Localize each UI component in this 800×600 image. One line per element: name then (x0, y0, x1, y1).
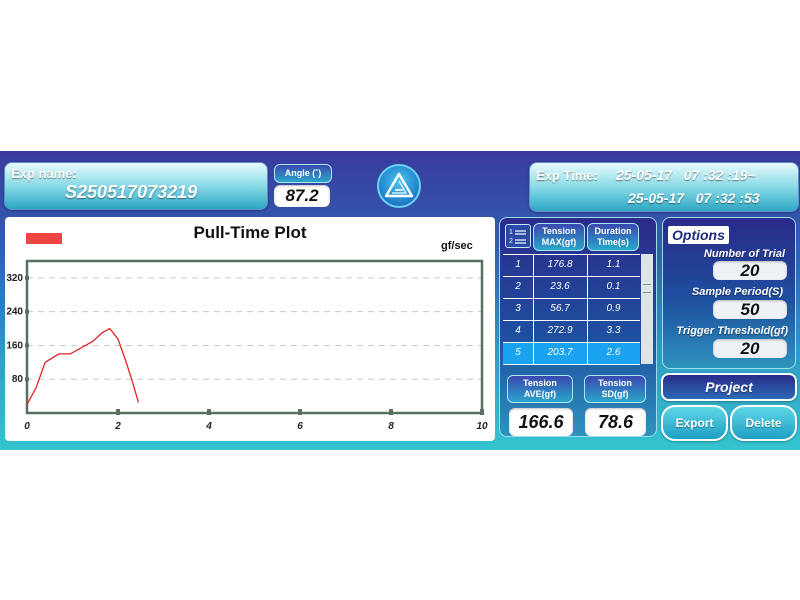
tension-sd-value: 78.6 (585, 408, 646, 436)
options-panel: Options Number of Trial 20 Sample Period… (662, 217, 796, 369)
col-header-duration-l1: Duration (594, 226, 632, 236)
scroll-grip-icon[interactable] (643, 284, 651, 293)
sample-period-input[interactable]: 50 (713, 300, 787, 319)
col-header-tension-max-l2: MAX(gf) (541, 237, 577, 247)
x-tick-label: 2 (114, 421, 121, 432)
row-duration: 0.1 (606, 281, 621, 292)
exp-name-label: Exp name: (11, 166, 77, 181)
col-header-tension-max-l1: Tension (542, 226, 576, 236)
row-number: 5 (515, 347, 521, 358)
pull-time-chart: 80 160 240 320 0 2 4 6 8 10 (6, 259, 488, 432)
plot-frame (25, 259, 484, 415)
table-row-selected[interactable]: 5 203.7 2.6 (503, 343, 640, 365)
table-scrollbar[interactable] (641, 254, 653, 364)
exp-time-label: Exp Time: (536, 168, 598, 183)
delete-button[interactable]: Delete (730, 405, 797, 441)
tension-ave-label: Tension AVE(gf) (507, 375, 573, 403)
exp-name-value: S250517073219 (65, 182, 198, 202)
plot-panel: Pull-Time Plot gf/sec 80 160 240 320 0 2 4 6 8 10 (5, 217, 495, 441)
y-tick-label: 320 (6, 273, 23, 284)
y-tick-label: 160 (6, 340, 23, 351)
table-row[interactable]: 2 23.6 0.1 (503, 277, 640, 299)
exp-time-start: 25-05-17 07 :32 :19~ (616, 167, 756, 183)
tension-ave-label-l1: Tension (523, 378, 557, 388)
app-window: Exp name: S250517073219 Angle (˚) 87.2 E… (0, 151, 800, 450)
list-icon-button[interactable]: 1 2 (505, 224, 531, 248)
column-divider (587, 255, 588, 365)
trials-input[interactable]: 20 (713, 261, 787, 280)
col-header-tension-max[interactable]: Tension MAX(gf) (533, 223, 585, 251)
row-number: 1 (515, 259, 521, 270)
x-tick-label: 0 (24, 421, 30, 432)
x-tick-label: 8 (388, 421, 394, 432)
angle-value: 87.2 (274, 185, 330, 207)
table-row[interactable]: 4 272.9 3.3 (503, 321, 640, 343)
y-tick-label: 80 (12, 374, 24, 385)
tension-sd-label-l1: Tension (598, 378, 632, 388)
table-row[interactable]: 1 176.8 1.1 (503, 255, 640, 277)
svg-text:1: 1 (509, 229, 513, 236)
trigger-threshold-input[interactable]: 20 (713, 339, 787, 358)
row-duration: 0.9 (606, 303, 621, 314)
tension-sd-label-l2: SD(gf) (601, 389, 629, 399)
y-tick-label: 240 (6, 307, 23, 318)
table-row[interactable]: 3 56.7 0.9 (503, 299, 640, 321)
row-max: 56.7 (550, 303, 570, 314)
row-duration: 2.6 (606, 347, 621, 358)
trials-table-panel: 1 2 Tension MAX(gf) Duration Time(s) 1 1… (499, 217, 657, 437)
triangle-logo-icon (384, 172, 414, 198)
row-number: 3 (515, 303, 521, 314)
row-duration: 3.3 (606, 325, 621, 336)
col-header-duration[interactable]: Duration Time(s) (587, 223, 639, 251)
exp-time-end: 25-05-17 07 :32 :53 (628, 190, 760, 206)
options-title: Options (668, 226, 729, 244)
export-button[interactable]: Export (661, 405, 728, 441)
table-body: 1 176.8 1.1 2 23.6 0.1 3 56.7 0.9 4 272.… (503, 254, 640, 367)
tension-sd-label: Tension SD(gf) (584, 375, 646, 403)
tension-ave-value: 166.6 (509, 408, 573, 436)
trials-label: Number of Trial (703, 248, 785, 260)
project-button[interactable]: Project (661, 373, 797, 401)
row-number: 2 (515, 281, 521, 292)
logo-button[interactable] (377, 164, 421, 208)
tension-ave-label-l2: AVE(gf) (523, 389, 557, 399)
exp-name-panel: Exp name: S250517073219 (4, 162, 268, 210)
sample-period-label: Sample Period(S) (691, 286, 783, 298)
angle-label-text: Angle (˚) (284, 168, 322, 178)
row-max: 272.9 (547, 325, 573, 336)
svg-text:2: 2 (509, 238, 513, 245)
row-duration: 1.1 (606, 259, 621, 270)
exp-time-panel: Exp Time: 25-05-17 07 :32 :19~ 25-05-17 … (529, 162, 799, 212)
trigger-threshold-label: Trigger Threshold(gf) (676, 325, 788, 337)
x-tick-label: 10 (476, 421, 488, 432)
x-tick-label: 6 (297, 421, 303, 432)
row-max: 23.6 (550, 281, 570, 292)
col-header-duration-l2: Time(s) (597, 237, 629, 247)
column-divider (533, 255, 534, 365)
row-number: 4 (515, 325, 521, 336)
list-icon: 1 2 (509, 229, 526, 245)
x-tick-label: 4 (205, 421, 212, 432)
row-max: 176.8 (547, 259, 573, 270)
series-line (26, 327, 140, 405)
angle-label: Angle (˚) (274, 164, 332, 183)
row-max: 203.7 (547, 347, 573, 358)
